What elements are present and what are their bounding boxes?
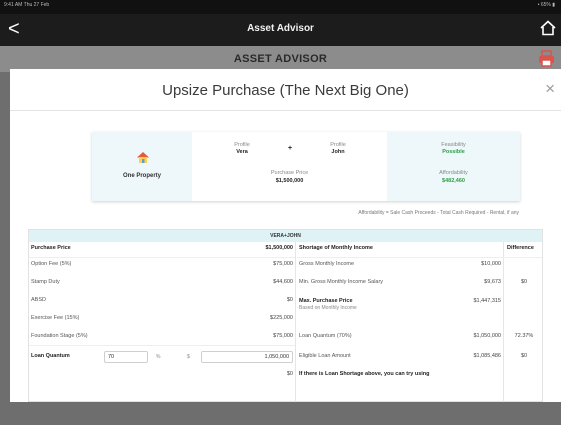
row-value: $0 [286,371,293,377]
row-label: Eligible Loan Amount [299,353,351,359]
table-row: Stamp Duty $44,600 [29,279,295,291]
table-row: Eligible Loan Amount $1,085,486 [297,353,503,365]
loan-percent-input[interactable]: 70 [104,351,148,363]
table-row: Foundation Stage (5%) $75,000 [29,333,295,345]
loan-quantum-row: Loan Quantum 70 % $ 1,050,000 [29,351,295,365]
loan-amount-input[interactable]: 1,050,000 [201,351,293,363]
table-row: Option Fee (5%) $75,000 [29,261,295,273]
divider [297,257,542,258]
home-icon[interactable] [539,19,557,37]
row-value: $75,000 [273,261,293,267]
row-value: $1,500,000 [265,245,293,251]
row-label: Loan Quantum (70%) [299,333,352,339]
row-diff: $0 [520,279,528,285]
row-label: ABSD [31,297,46,303]
table-row: Min. Gross Monthly Income Salary $9,673 [297,279,503,291]
modal-title: Upsize Purchase (The Next Big One) [162,82,409,99]
profile1-name: Vera [236,149,248,155]
affordability-value: $482,460 [442,178,465,184]
status-time: 9:41 AM Thu 27 Feb [4,2,50,8]
feasibility-cell: Feasibility Possible Affordability $482,… [387,132,520,201]
table-row: ABSD $0 [29,297,295,309]
upsize-purchase-modal: Upsize Purchase (The Next Big One) × One… [10,69,561,402]
profile2-name: John [331,149,345,155]
property-cell: One Property [92,132,192,201]
table-row: Shortage of Monthly Income [297,245,503,257]
footer-area [0,402,561,425]
row-label: Purchase Price [31,245,71,251]
page-title: ASSET ADVISOR [233,53,328,65]
property-label: One Property [122,173,161,179]
table-row: If there is Loan Shortage above, you can… [297,371,503,383]
affordability-label: Affordability [439,170,468,176]
profile1-label: Profile [234,142,250,148]
summary-card: One Property Profile Vera + Profile John… [92,132,520,201]
table-row: Purchase Price $1,500,000 [29,245,295,257]
row-value: $0 [286,297,293,303]
divider [29,257,295,258]
row-label: Gross Monthly Income [299,261,355,267]
percent-sign: % [156,354,161,360]
row-label: Exercise Fee (15%) [31,315,80,321]
row-value: $225,000 [270,315,293,321]
row-value: $1,050,000 [473,333,501,339]
profiles-cell: Profile Vera + Profile John Purchase Pri… [192,132,387,201]
table-band-title: VERA+JOHN [29,230,542,242]
close-icon[interactable]: × [545,80,555,97]
top-navbar: < Asset Advisor [0,14,561,46]
row-label: Min. Gross Monthly Income Salary [299,279,384,285]
printer-icon[interactable] [537,49,556,68]
currency-sign: $ [187,354,190,360]
row-value: $10,000 [481,261,501,267]
row-label: Stamp Duty [31,279,60,285]
nav-title: Asset Advisor [247,23,314,34]
feasibility-value: Possible [442,149,465,155]
table-row: Gross Monthly Income $10,000 [297,261,503,273]
table-row: Exercise Fee (15%) $225,000 [29,315,295,327]
status-bar: 9:41 AM Thu 27 Feb • 65% ▮ [0,0,561,14]
difference-heading: Difference [507,245,534,251]
house-icon [137,152,149,163]
row-diff: 72.37% [514,333,534,339]
row-label: Option Fee (5%) [31,261,72,267]
shortage-heading: Shortage of Monthly Income [299,245,373,251]
table-row: $0 [505,353,543,365]
table-row: Max. Purchase Price Based on Monthly Inc… [297,298,503,314]
breakdown-table: VERA+JOHN Purchase Price $1,500,000 Opti… [28,229,543,402]
modal-header: Upsize Purchase (The Next Big One) × [10,69,561,111]
column-divider [295,242,296,402]
loan-quantum-label: Loan Quantum [31,353,70,359]
divider [29,345,295,346]
table-row: Difference [505,245,543,257]
row-value: $75,000 [273,333,293,339]
row-label: Foundation Stage (5%) [31,333,88,339]
column-divider [503,242,504,402]
plus-sign: + [287,145,293,152]
row-value: $44,600 [273,279,293,285]
affordability-note: Affordability = Sale Cash Proceeds - Tot… [358,210,519,216]
row-value: $9,673 [484,279,501,285]
status-battery: • 65% ▮ [537,2,555,8]
table-row: $0 [29,371,295,383]
table-row: Loan Quantum (70%) $1,050,000 [297,333,503,345]
table-row: $0 [505,279,543,291]
profile2-label: Profile [330,142,346,148]
row-diff: $0 [520,353,528,359]
table-row: 72.37% [505,333,543,345]
row-value: $1,447,315 [473,298,501,304]
feasibility-label: Feasibility [441,142,466,148]
row-label: If there is Loan Shortage above, you can… [299,371,430,377]
row-value: $1,085,486 [473,353,501,359]
purchase-price-value: $1,500,000 [275,178,304,184]
row-sublabel: Based on Monthly Income [299,305,357,311]
purchase-price-label: Purchase Price [270,170,309,176]
row-label: Max. Purchase Price [299,298,353,304]
